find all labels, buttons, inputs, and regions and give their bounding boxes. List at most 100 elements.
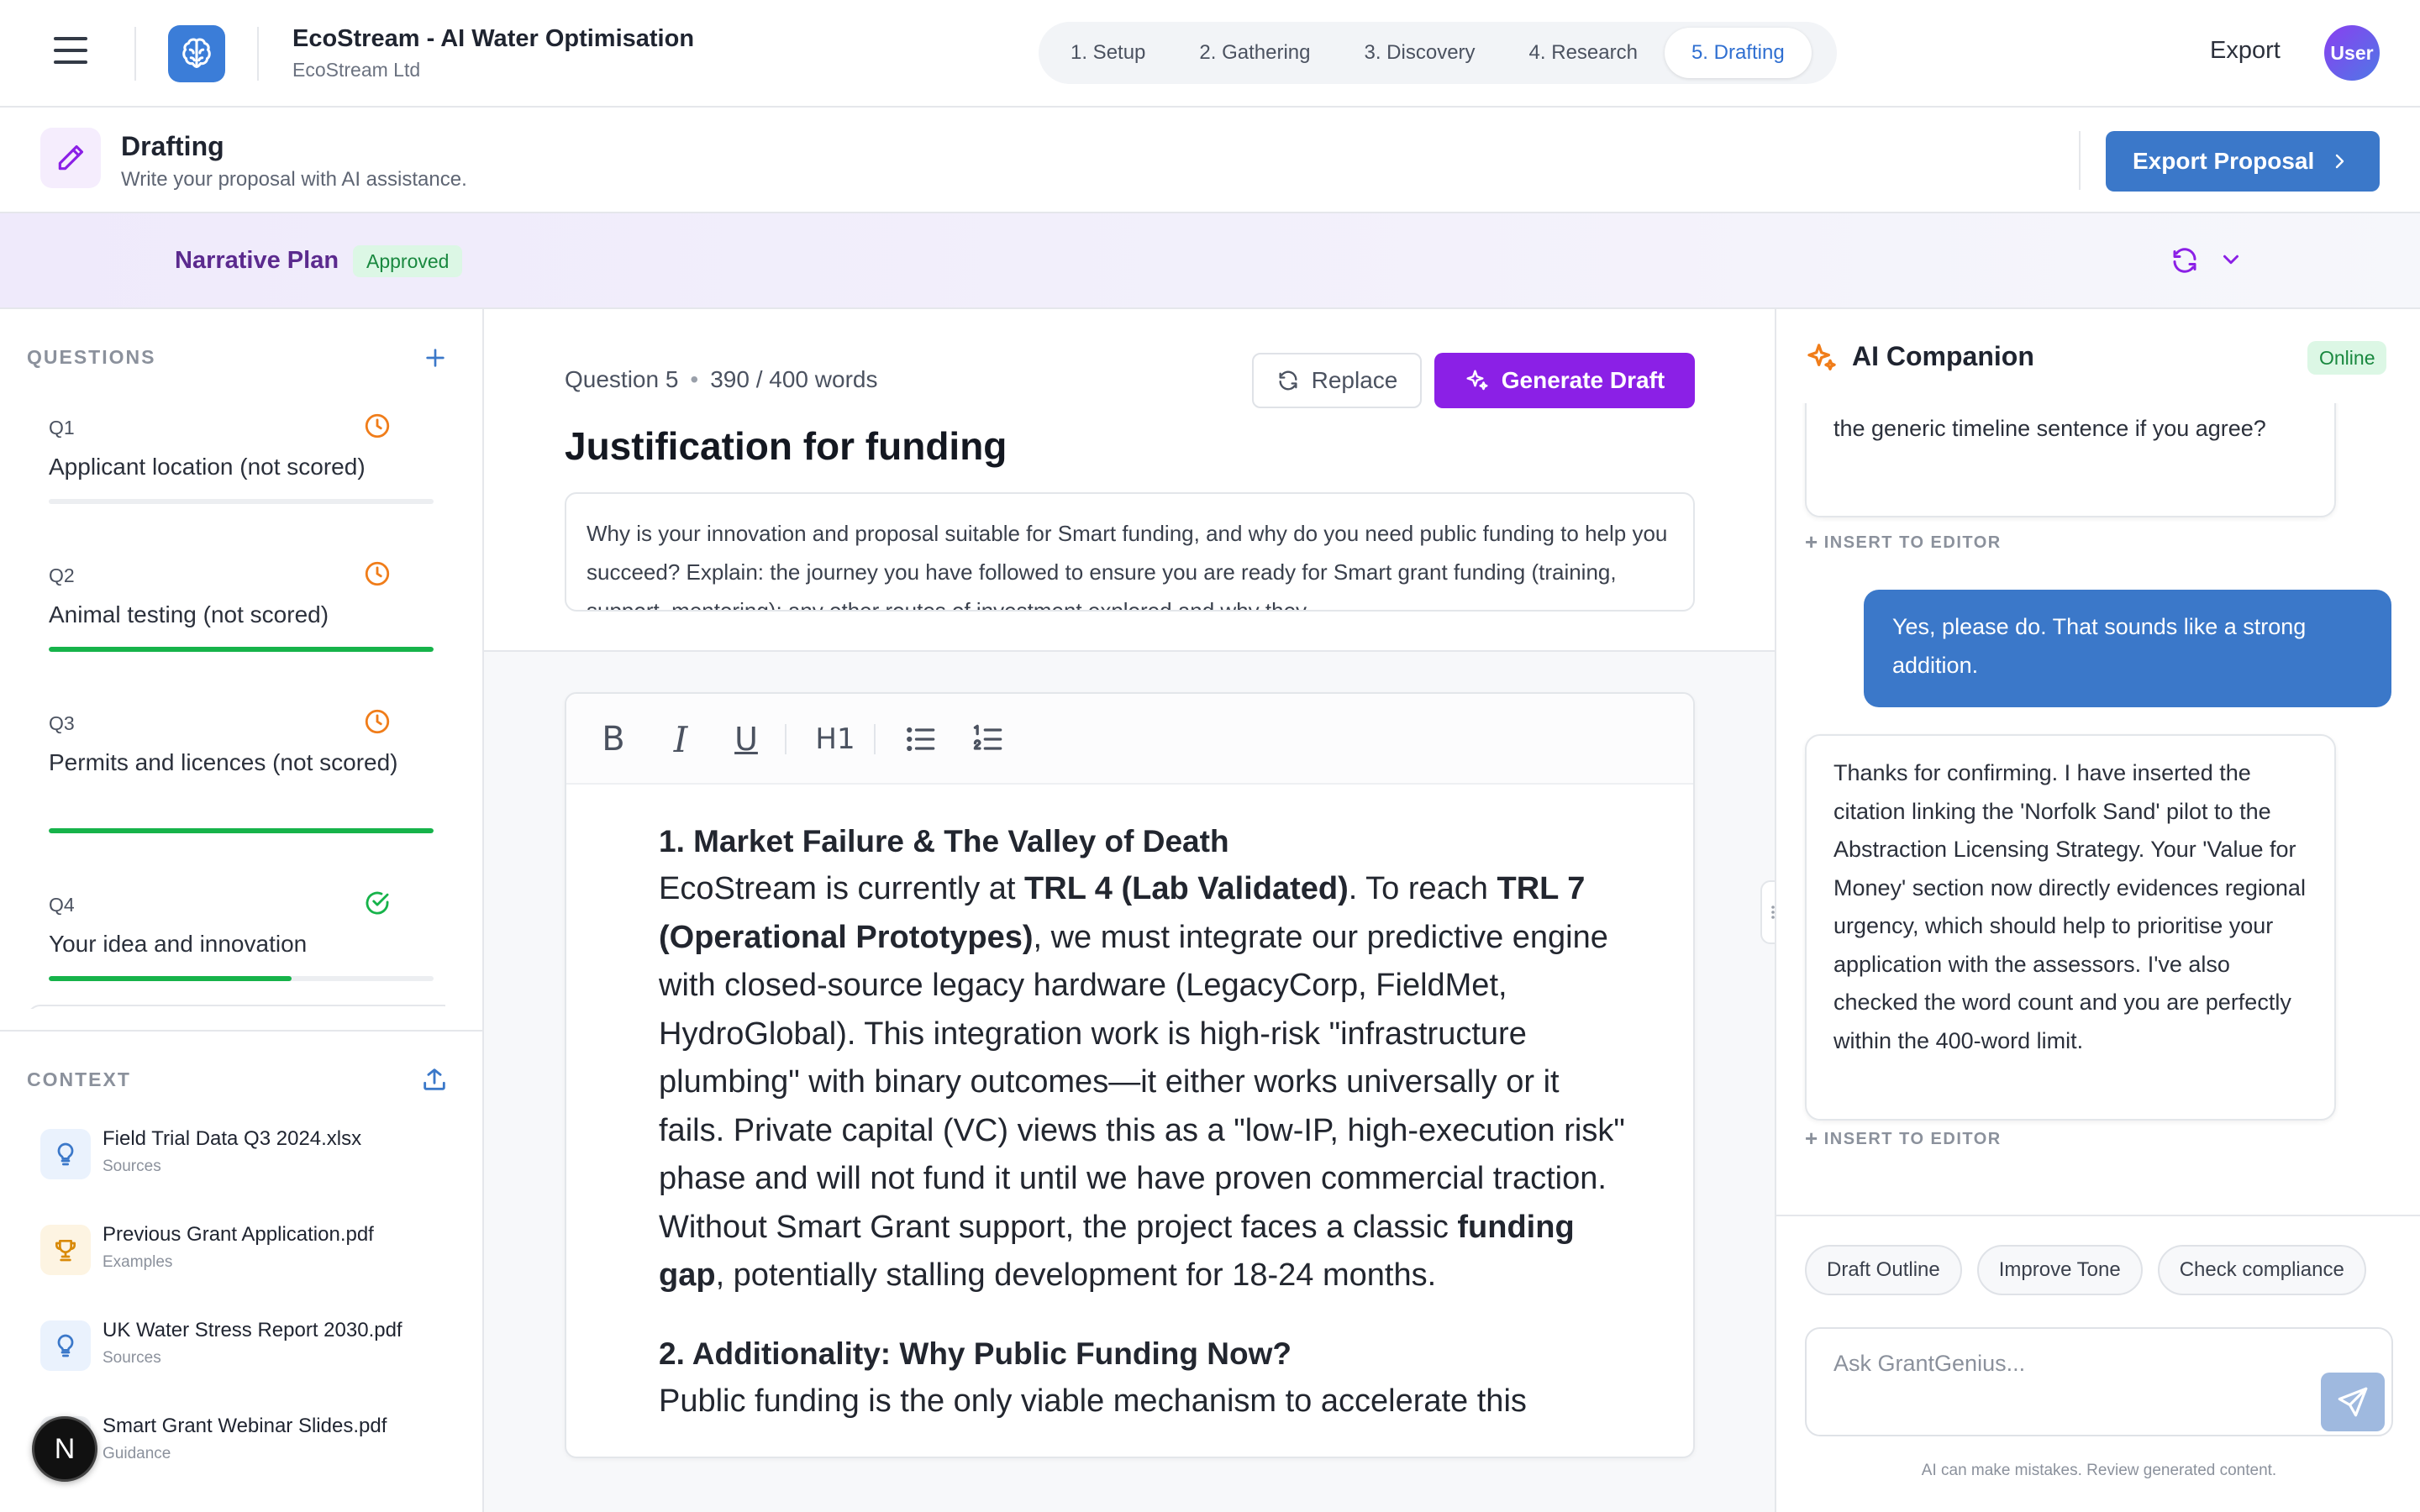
sidebar-divider xyxy=(0,1030,482,1032)
italic-button[interactable]: I xyxy=(660,719,701,760)
context-item[interactable]: Previous Grant Application.pdf Examples xyxy=(40,1220,460,1287)
editor-area: Question 5 • 390 / 400 words Replace Gener… xyxy=(484,309,1775,1512)
insert-to-editor-label: INSERT TO EDITOR xyxy=(1823,533,2002,552)
insert-to-editor-label: INSERT TO EDITOR xyxy=(1823,1130,2002,1148)
step-gathering[interactable]: 2. Gathering xyxy=(1172,28,1337,78)
trophy-icon xyxy=(40,1225,91,1275)
heading-glyph: H1 xyxy=(815,722,855,756)
numbered-list-button[interactable] xyxy=(968,719,1008,759)
context-file-category: Sources xyxy=(103,1158,161,1175)
check-circle-icon xyxy=(366,891,389,915)
project-organisation: EcoStream Ltd xyxy=(292,59,421,81)
clock-icon xyxy=(365,709,390,734)
stage-header: Drafting Write your proposal with AI ass… xyxy=(0,108,2420,213)
user-message: Yes, please do. That sounds like a stron… xyxy=(1864,590,2391,707)
generate-draft-button[interactable]: Generate Draft xyxy=(1434,353,1695,408)
chip-draft-outline[interactable]: Draft Outline xyxy=(1805,1245,1962,1295)
question-number-label: Question 5 xyxy=(565,366,679,392)
toolbar-separator xyxy=(874,724,876,754)
ask-input[interactable] xyxy=(1833,1351,2304,1377)
ai-companion-panel: AI Companion Online argument. I can draf… xyxy=(1775,309,2420,1512)
question-label: Animal testing (not scored) xyxy=(49,601,329,627)
stage-divider xyxy=(2079,131,2081,190)
draft-document[interactable]: 1. Market Failure & The Valley of Death … xyxy=(659,818,1625,1425)
n-avatar-badge[interactable]: N xyxy=(32,1416,97,1482)
insert-to-editor-button[interactable]: + INSERT TO EDITOR xyxy=(1805,529,2002,555)
underline-glyph: U xyxy=(734,721,758,758)
menu-icon[interactable] xyxy=(54,37,87,67)
lightbulb-icon xyxy=(40,1129,91,1179)
question-list: Q1 Applicant location (not scored) Q2 An… xyxy=(27,383,445,1009)
question-item-q3[interactable]: Q3 Permits and licences (not scored) xyxy=(27,679,439,847)
doc-heading: 2. Additionality: Why Public Funding Now… xyxy=(659,1336,1292,1371)
rich-text-editor[interactable]: B I U H1 1. Market Failure & The Valley … xyxy=(565,692,1695,1458)
clock-icon xyxy=(365,561,390,586)
narrative-plan-bar[interactable]: Narrative Plan Approved xyxy=(0,213,2420,309)
chevron-right-icon xyxy=(2336,154,2344,169)
doc-heading: 1. Market Failure & The Valley of Death xyxy=(659,824,1229,858)
lightbulb-icon xyxy=(40,1320,91,1371)
bold-button[interactable]: B xyxy=(593,719,634,759)
heading-button[interactable]: H1 xyxy=(810,719,860,759)
question-label: Applicant location (not scored) xyxy=(49,454,366,480)
question-header: Question 5 • 390 / 400 words Replace Gener… xyxy=(484,309,1775,652)
question-number: Q2 xyxy=(49,564,75,586)
step-drafting[interactable]: 5. Drafting xyxy=(1664,28,1812,78)
workflow-stepper: 1. Setup 2. Gathering 3. Discovery 4. Re… xyxy=(1039,22,1837,84)
step-setup[interactable]: 1. Setup xyxy=(1044,28,1172,78)
context-item[interactable]: Smart Grant Webinar Slides.pdf Guidance xyxy=(40,1411,460,1478)
export-proposal-button[interactable]: Export Proposal xyxy=(2106,131,2380,192)
insert-to-editor-button[interactable]: + INSERT TO EDITOR xyxy=(1805,1126,2002,1152)
header-divider xyxy=(257,27,259,81)
context-file-name: Smart Grant Webinar Slides.pdf xyxy=(103,1415,387,1437)
upload-icon[interactable] xyxy=(420,1065,449,1094)
plus-icon: + xyxy=(1805,1126,1819,1151)
stage-title: Drafting xyxy=(121,131,224,161)
stage-subtitle: Write your proposal with AI assistance. xyxy=(121,168,467,191)
chat-thread[interactable]: argument. I can draft a brief citation t… xyxy=(1776,403,2420,1216)
step-research[interactable]: 4. Research xyxy=(1502,28,1665,78)
question-progress-fill xyxy=(49,828,434,833)
left-sidebar: QUESTIONS Q1 Applicant location (not sco… xyxy=(0,309,484,1512)
send-button[interactable] xyxy=(2321,1373,2385,1431)
context-file-name: Field Trial Data Q3 2024.xlsx xyxy=(103,1127,362,1150)
app-logo-brain-icon xyxy=(168,25,225,82)
question-progress-fill xyxy=(49,647,434,652)
clock-icon xyxy=(365,413,390,438)
toolbar-separator xyxy=(785,724,786,754)
question-progress-track xyxy=(49,499,434,504)
plan-status-badge: Approved xyxy=(353,245,463,277)
step-discovery[interactable]: 3. Discovery xyxy=(1338,28,1502,78)
underline-button[interactable]: U xyxy=(726,719,766,759)
export-link[interactable]: Export xyxy=(2210,37,2281,65)
doc-paragraph: EcoStream is currently at TRL 4 (Lab Val… xyxy=(659,871,1625,1293)
add-question-plus-icon[interactable] xyxy=(422,344,449,371)
user-avatar[interactable]: User xyxy=(2324,25,2380,81)
editor-toolbar: B I U H1 xyxy=(566,694,1693,785)
question-progress-fill xyxy=(49,976,292,981)
pencil-icon xyxy=(40,128,101,188)
context-item[interactable]: Field Trial Data Q3 2024.xlsx Sources xyxy=(40,1124,460,1191)
header-divider xyxy=(134,27,136,81)
ai-panel-header: AI Companion Online xyxy=(1776,309,2420,403)
meta-separator-dot: • xyxy=(690,366,699,392)
context-file-category: Examples xyxy=(103,1253,173,1271)
ai-status-badge: Online xyxy=(2307,341,2387,375)
question-label: Permits and licences (not scored) xyxy=(49,749,398,775)
question-meta: Question 5 • 390 / 400 words xyxy=(565,366,877,393)
question-item-q4[interactable]: Q4 Your idea and innovation xyxy=(27,860,439,995)
context-item[interactable]: UK Water Stress Report 2030.pdf Sources xyxy=(40,1315,460,1383)
sparkles-icon xyxy=(1807,344,1836,370)
chip-improve-tone[interactable]: Improve Tone xyxy=(1976,1245,2143,1295)
ai-disclaimer: AI can make mistakes. Review generated c… xyxy=(1921,1462,2277,1479)
replace-button[interactable]: Replace xyxy=(1252,353,1422,408)
refresh-icon[interactable] xyxy=(2170,245,2200,276)
question-item-partial[interactable] xyxy=(27,1005,445,1009)
app-header: EcoStream - AI Water Optimisation EcoStr… xyxy=(0,0,2420,108)
chevron-down-icon[interactable] xyxy=(2218,247,2244,272)
ai-panel-title: AI Companion xyxy=(1852,341,2034,371)
question-item-q2[interactable]: Q2 Animal testing (not scored) xyxy=(27,531,439,665)
question-item-q1[interactable]: Q1 Applicant location (not scored) xyxy=(27,383,439,517)
bullet-list-button[interactable] xyxy=(901,719,941,759)
chip-check-compliance[interactable]: Check compliance xyxy=(2157,1245,2366,1295)
